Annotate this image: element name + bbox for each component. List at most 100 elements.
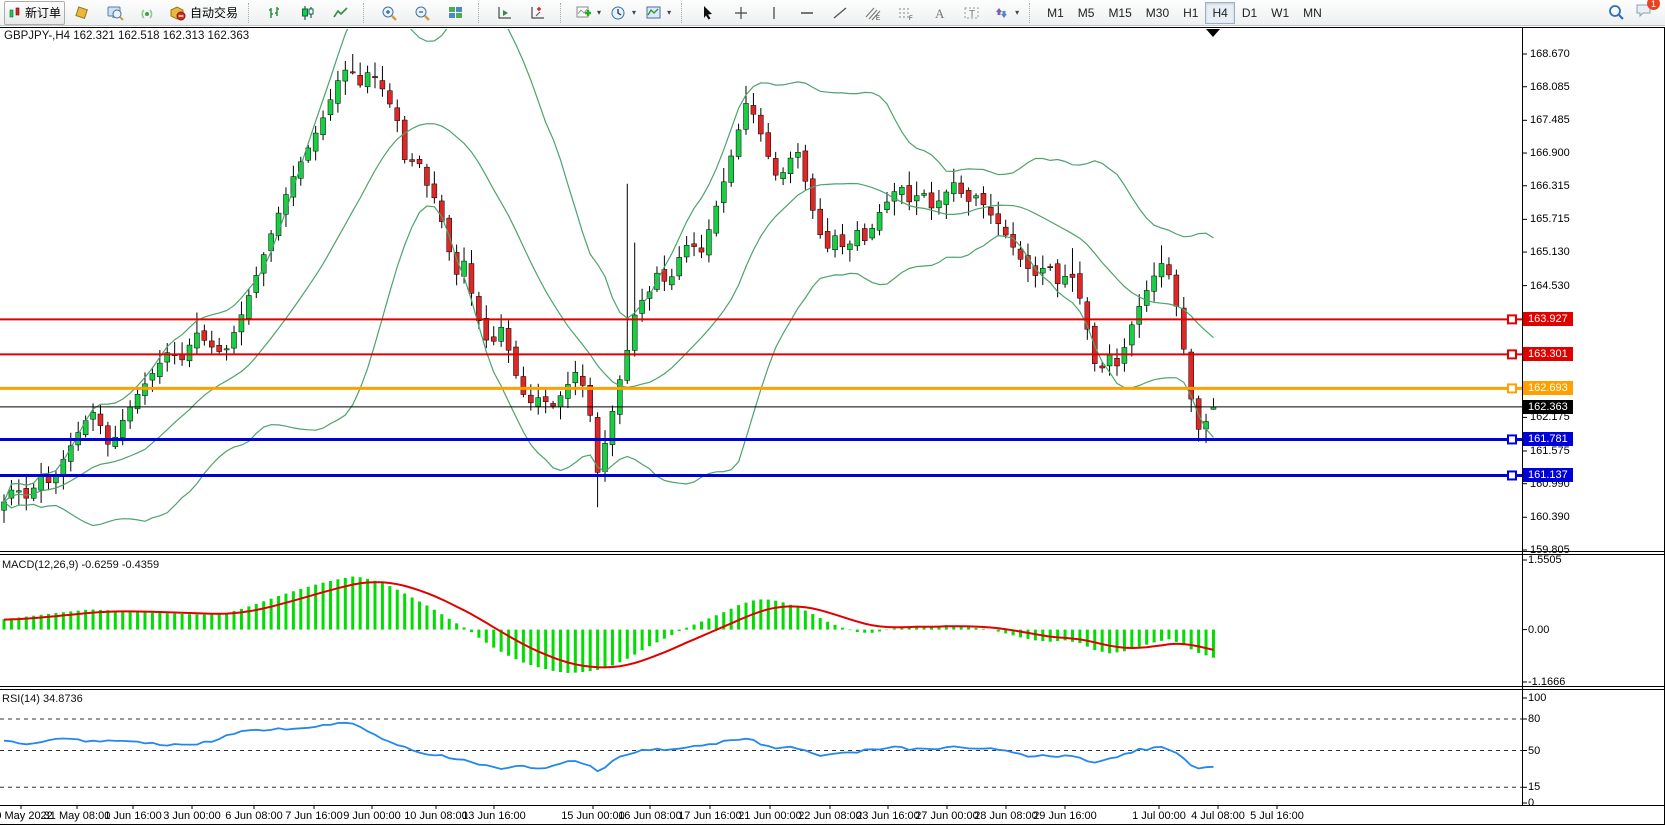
- macd-histogram-bar: [730, 609, 733, 630]
- templates-button[interactable]: ▾: [641, 1, 675, 25]
- candle-body: [744, 103, 749, 129]
- timeframe-m1-button[interactable]: M1: [1040, 2, 1071, 24]
- macd-histogram-bar: [433, 610, 436, 630]
- macd-histogram-bar: [106, 610, 109, 629]
- macd-histogram-bar: [307, 587, 310, 630]
- candle-body: [692, 244, 697, 247]
- fibonacci-icon: F: [897, 5, 915, 21]
- rsi-pane[interactable]: [0, 719, 1522, 787]
- price-chart-canvas[interactable]: [0, 27, 1665, 826]
- horizontal-line-button[interactable]: [791, 1, 823, 25]
- candle-body: [825, 231, 830, 248]
- arrows-button[interactable]: ▾: [989, 1, 1023, 25]
- timeframe-m15-button[interactable]: M15: [1101, 2, 1138, 24]
- candle-body: [833, 236, 838, 250]
- trendline-button[interactable]: [824, 1, 856, 25]
- candle-body: [1107, 355, 1112, 366]
- timeframe-h1-button[interactable]: H1: [1176, 2, 1205, 24]
- candle-body: [966, 190, 971, 201]
- text-button[interactable]: A: [923, 1, 955, 25]
- svg-text:E: E: [876, 16, 880, 21]
- new-order-button[interactable]: 新订单: [4, 1, 65, 25]
- vertical-line-button[interactable]: [758, 1, 790, 25]
- chart-window[interactable]: GBPJPY-,H4 162.321 162.518 162.313 162.3…: [0, 27, 1665, 826]
- hline-anchor[interactable]: [1508, 350, 1516, 358]
- timeframe-d1-button[interactable]: D1: [1235, 2, 1264, 24]
- text-label-icon: T: [963, 5, 981, 21]
- time-axis-label: 27 Jun 00:00: [915, 810, 979, 822]
- hline-anchor[interactable]: [1508, 435, 1516, 443]
- macd-histogram-bar: [826, 622, 829, 630]
- text-icon: A: [931, 5, 947, 21]
- zoom-out-icon: [414, 5, 432, 21]
- signal-button[interactable]: [132, 1, 164, 25]
- crosshair-button[interactable]: [725, 1, 757, 25]
- timeframe-m30-button[interactable]: M30: [1139, 2, 1176, 24]
- candle-body: [684, 245, 689, 257]
- candle-body: [469, 264, 474, 294]
- candle-body: [758, 115, 763, 134]
- macd-histogram-bar: [262, 601, 265, 629]
- cursor-button[interactable]: [692, 1, 724, 25]
- macd-histogram-bar: [1190, 630, 1193, 650]
- hline-anchor[interactable]: [1508, 471, 1516, 479]
- timeframe-m5-button[interactable]: M5: [1071, 2, 1102, 24]
- chart-shift-marker[interactable]: [1206, 29, 1220, 37]
- gold-icon: [73, 5, 91, 21]
- horizontal-line-icon: [799, 5, 815, 21]
- candle-body: [847, 244, 852, 250]
- candle-body: [1129, 325, 1134, 345]
- macd-histogram-bar: [633, 630, 636, 655]
- macd-histogram-bar: [492, 630, 495, 648]
- price-pane[interactable]: [2, 27, 1216, 526]
- chart-shift-button[interactable]: [522, 1, 554, 25]
- chart-shift-icon: [529, 5, 547, 21]
- candle-body: [16, 491, 21, 492]
- bollinger-middle-band: [4, 124, 1214, 502]
- macd-histogram-bar: [329, 581, 332, 630]
- indicators-button[interactable]: ▾: [571, 1, 605, 25]
- candle-body: [335, 81, 340, 104]
- autotrade-button[interactable]: 自动交易: [165, 1, 242, 25]
- candle-body: [432, 184, 437, 198]
- macd-histogram-bar: [618, 630, 621, 663]
- chat-badge: 1: [1647, 0, 1660, 10]
- chat-button[interactable]: 1: [1635, 2, 1653, 23]
- timeframe-mn-button[interactable]: MN: [1296, 2, 1329, 24]
- time-axis-label: 5 Jul 16:00: [1250, 810, 1304, 822]
- candle-body: [1063, 276, 1068, 284]
- candle-body: [1003, 227, 1008, 235]
- fibonacci-button[interactable]: F: [890, 1, 922, 25]
- equidistant-channel-button[interactable]: E: [857, 1, 889, 25]
- timeframe-w1-button[interactable]: W1: [1264, 2, 1296, 24]
- macd-histogram-bar: [685, 628, 688, 630]
- timeframe-group: M1M5M15M30H1H4D1W1MN: [1040, 2, 1329, 24]
- bar-chart-icon: [266, 5, 284, 21]
- dropdown-caret: ▾: [1015, 8, 1019, 17]
- zoom-out-button[interactable]: [407, 1, 439, 25]
- autotrade-label: 自动交易: [190, 4, 238, 21]
- hline-price-badge: 161.137: [1523, 468, 1573, 482]
- rsi-scale-label: 0: [1528, 797, 1534, 809]
- time-axis-label: 4 Jul 08:00: [1191, 810, 1245, 822]
- auto-scroll-button[interactable]: [489, 1, 521, 25]
- timeframe-h4-button[interactable]: H4: [1205, 2, 1234, 24]
- zoom-in-button[interactable]: [374, 1, 406, 25]
- tile-windows-button[interactable]: [440, 1, 472, 25]
- macd-pane[interactable]: [3, 577, 1215, 673]
- candle-body: [951, 183, 956, 194]
- periods-button[interactable]: ▾: [606, 1, 640, 25]
- hline-anchor[interactable]: [1508, 384, 1516, 392]
- hline-anchor[interactable]: [1508, 315, 1516, 323]
- candle-body: [1048, 267, 1053, 268]
- candle-chart-button[interactable]: [292, 1, 324, 25]
- search-icon[interactable]: [1608, 4, 1625, 21]
- candle-body: [736, 130, 741, 157]
- text-label-button[interactable]: T: [956, 1, 988, 25]
- market-watch-button[interactable]: [99, 1, 131, 25]
- bar-chart-button[interactable]: [259, 1, 291, 25]
- line-chart-button[interactable]: [325, 1, 357, 25]
- gold-button[interactable]: [66, 1, 98, 25]
- candle-body: [929, 193, 934, 208]
- macd-histogram-bar: [893, 629, 896, 630]
